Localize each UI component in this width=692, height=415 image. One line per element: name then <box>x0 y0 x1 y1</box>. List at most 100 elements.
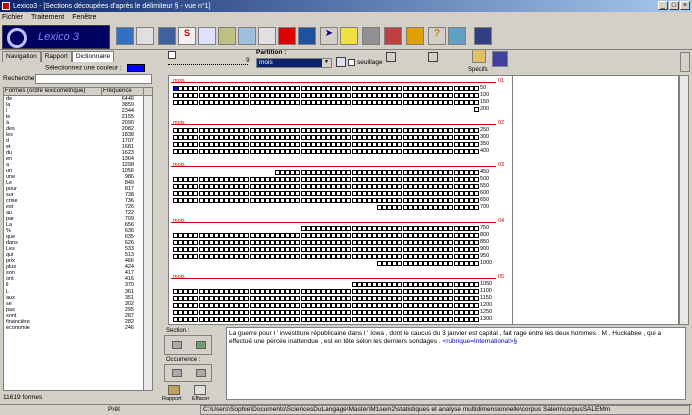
occurrence-cell[interactable] <box>473 86 479 91</box>
maximize-button[interactable]: □ <box>669 1 679 10</box>
header-forms[interactable]: Formes (ordre lexicométrique) <box>4 88 102 95</box>
section-prev-icon[interactable] <box>172 341 182 349</box>
occurrence-cell[interactable] <box>473 128 479 133</box>
color-box-1[interactable] <box>386 52 396 62</box>
occurrence-cell[interactable] <box>473 289 479 294</box>
exit-icon[interactable] <box>448 27 466 45</box>
section-next-icon[interactable] <box>196 341 206 349</box>
section-label: mois <box>173 120 185 126</box>
occurrence-cell[interactable] <box>473 226 479 231</box>
occurrence-cell[interactable] <box>473 254 479 259</box>
help-icon[interactable]: ? <box>428 27 446 45</box>
cooc-icon[interactable] <box>198 27 216 45</box>
seuillage-checkbox[interactable]: seuillage <box>348 59 383 66</box>
tools-icon[interactable] <box>362 27 380 45</box>
occurrence-cell[interactable] <box>473 282 479 287</box>
occurrence-cell[interactable] <box>473 170 479 175</box>
occurrence-cell[interactable] <box>473 310 479 315</box>
color-swatch[interactable] <box>127 64 146 72</box>
row-index: 1200 <box>480 302 493 308</box>
chart-icon[interactable] <box>258 27 276 45</box>
effacer-button[interactable]: Effacer <box>192 396 209 402</box>
row-index: 1150 <box>480 295 492 301</box>
occurrence-cell[interactable] <box>473 247 479 252</box>
partition-value: mois <box>259 59 273 66</box>
filter-icon[interactable] <box>406 27 424 45</box>
tab-navigation[interactable]: Navigation <box>2 51 41 62</box>
matrix-icon[interactable] <box>298 27 316 45</box>
form-cell: économie <box>6 324 30 331</box>
frequency-table: Formes (ordre lexicométrique) Fréquence … <box>3 87 153 391</box>
occurrence-cell[interactable] <box>473 107 479 112</box>
occurrence-cell[interactable] <box>473 191 479 196</box>
open-corpus-icon[interactable] <box>116 27 134 45</box>
row-index: 1300 <box>480 316 493 322</box>
right-empty-panel <box>512 75 679 325</box>
pen-icon[interactable] <box>340 27 358 45</box>
occurrence-cell[interactable] <box>473 240 479 245</box>
partition-select[interactable]: mois ▼ <box>256 58 332 68</box>
section-label: mois <box>173 274 185 280</box>
side-tab[interactable] <box>680 52 690 72</box>
header-frequency[interactable]: Fréquence <box>102 88 144 95</box>
cube-icon[interactable] <box>278 27 296 45</box>
tab-dictionnaire[interactable]: Dictionnaire <box>71 51 115 62</box>
sr-icon[interactable]: S <box>178 27 196 45</box>
rapport-button[interactable]: Rapport <box>162 396 182 402</box>
row-index: 200 <box>480 106 490 112</box>
row-index: 750 <box>480 225 490 231</box>
occurrence-cell[interactable] <box>473 142 479 147</box>
row-index: 600 <box>480 190 490 196</box>
occurrence-cell[interactable] <box>473 100 479 105</box>
close-button[interactable]: × <box>680 1 690 10</box>
occurrence-cell[interactable] <box>473 303 479 308</box>
map-icon[interactable] <box>492 51 508 67</box>
row-index: 1000 <box>480 260 493 266</box>
section-number: 02 <box>498 120 505 126</box>
specifs-icon[interactable] <box>472 49 486 63</box>
occurrence-cell[interactable] <box>473 261 479 266</box>
grid-icon[interactable] <box>158 27 176 45</box>
occurrence-cell[interactable] <box>473 149 479 154</box>
segment-icon[interactable] <box>136 27 154 45</box>
occurrence-cell[interactable] <box>473 296 479 301</box>
scissors-icon[interactable] <box>384 27 402 45</box>
search-label: Recherche : <box>3 75 39 82</box>
frequency-slider[interactable] <box>168 57 248 65</box>
section-map-scrollbar[interactable] <box>679 75 689 325</box>
occurrence-cell[interactable] <box>473 198 479 203</box>
occurrence-cell[interactable] <box>473 317 479 322</box>
occurrence-prev-icon[interactable] <box>172 369 182 377</box>
context-tag: <rubrique=International>§ <box>442 338 518 345</box>
tab-rapport[interactable]: Rapport <box>40 51 72 62</box>
table-row[interactable]: économie 246 <box>4 325 152 331</box>
occurrence-cell[interactable] <box>473 177 479 182</box>
occurrence-cell[interactable] <box>473 93 479 98</box>
menu-fenetre[interactable]: Fenêtre <box>72 14 96 21</box>
rapport-icon[interactable] <box>168 385 180 395</box>
occurrence-label: Occurrence : <box>166 357 201 363</box>
partition-options-icon[interactable] <box>336 57 346 67</box>
layers-icon[interactable] <box>474 27 492 45</box>
minimize-button[interactable]: _ <box>658 1 668 10</box>
search-input[interactable] <box>35 74 152 84</box>
occurrence-cell[interactable] <box>473 184 479 189</box>
toolbar: Lexico 3 S ➤ ? <box>0 23 692 50</box>
menu-fichier[interactable]: Fichier <box>2 14 23 21</box>
effacer-icon[interactable] <box>194 385 206 395</box>
occurrence-cell[interactable] <box>473 205 479 210</box>
checkbox-box[interactable] <box>348 59 355 66</box>
chevron-down-icon[interactable]: ▼ <box>322 59 331 67</box>
menu-traitement[interactable]: Traitement <box>31 14 64 21</box>
table-icon[interactable] <box>238 27 256 45</box>
table-scrollbar[interactable] <box>143 96 152 390</box>
row-index: 300 <box>480 134 490 140</box>
partition-label: Partition : <box>256 49 287 56</box>
document-icon[interactable] <box>218 27 236 45</box>
occurrence-cell[interactable] <box>473 135 479 140</box>
occurrence-cell[interactable] <box>473 233 479 238</box>
row-index: 250 <box>480 127 490 133</box>
occurrence-next-icon[interactable] <box>196 369 206 377</box>
arrow-right-icon[interactable]: ➤ <box>320 27 338 45</box>
color-box-2[interactable] <box>428 52 438 62</box>
